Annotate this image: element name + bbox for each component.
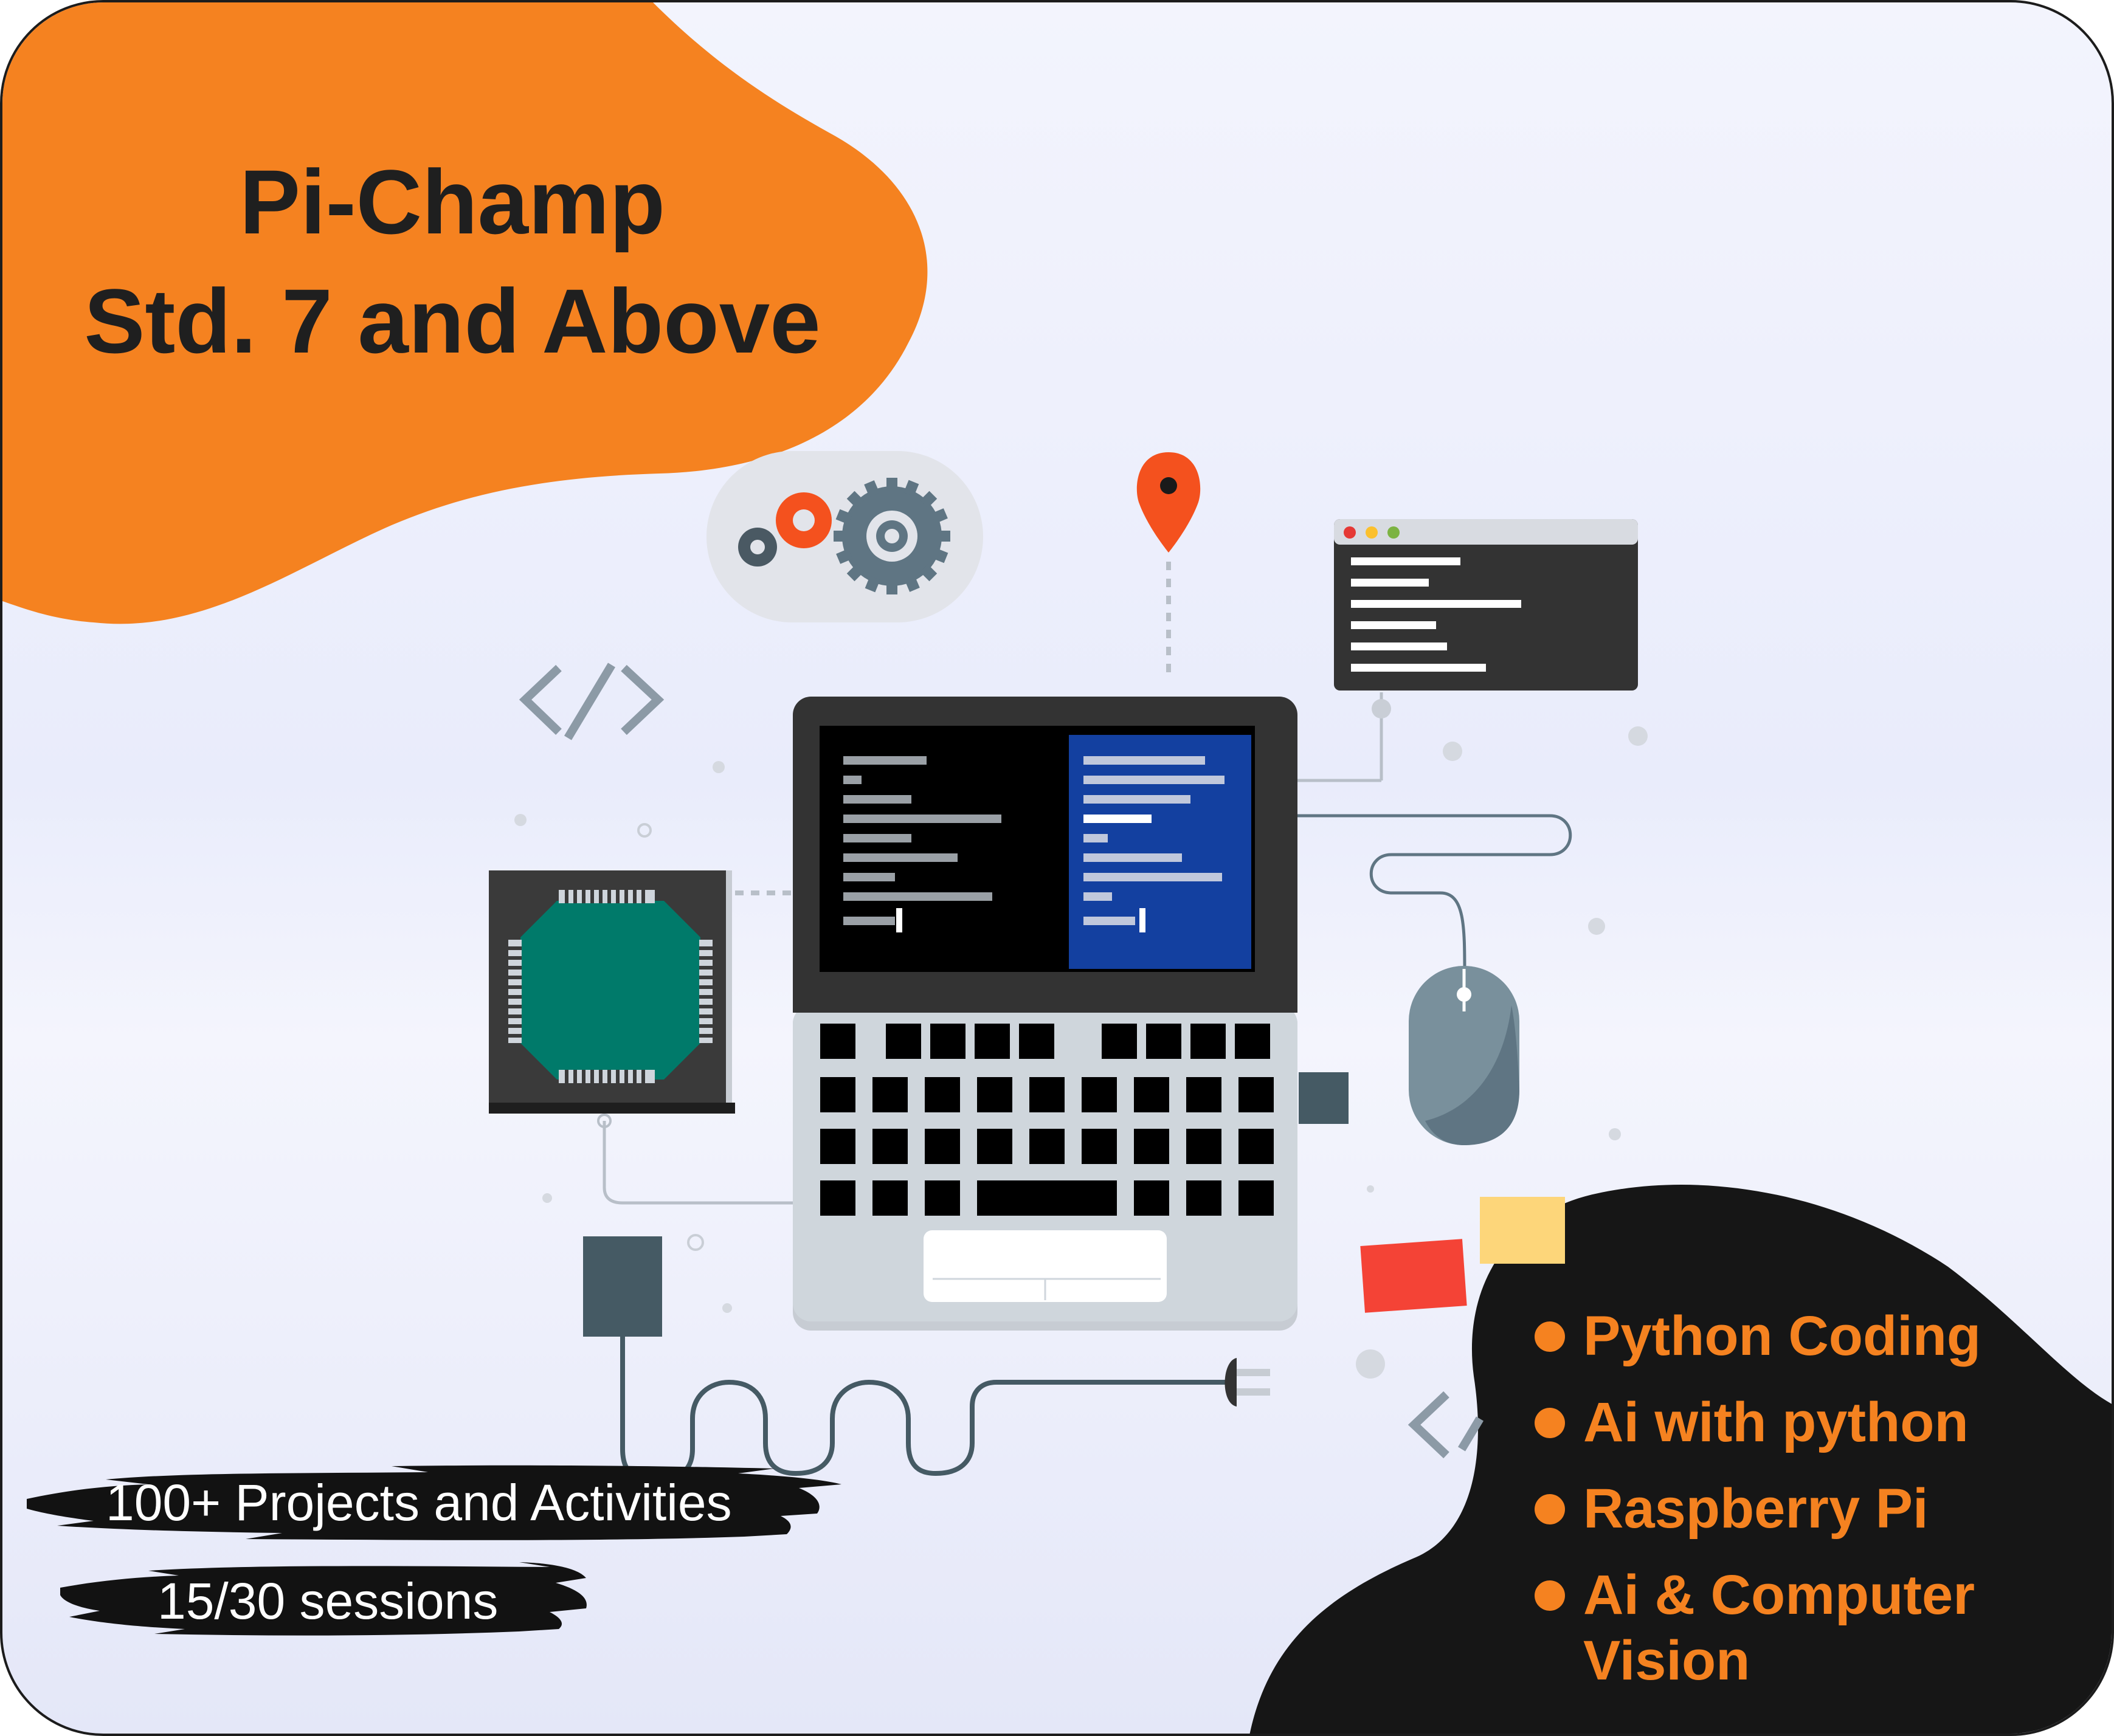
feature-list: Python Coding Ai with python Raspberry P… xyxy=(1535,1303,2082,1714)
feature-item: Raspberry Pi xyxy=(1535,1476,2082,1541)
code-icon-small xyxy=(1408,1391,1484,1459)
course-card: Pi-Champ Std. 7 and Above Python Coding … xyxy=(0,0,2114,1736)
title-line-2: Std. 7 and Above xyxy=(84,270,821,372)
gears-icon xyxy=(706,451,983,622)
bullet-icon xyxy=(1535,1408,1565,1438)
bullet-icon xyxy=(1535,1580,1565,1611)
code-icon xyxy=(519,663,665,740)
location-pin-icon xyxy=(1136,452,1201,680)
feature-label: Ai & Computer Vision xyxy=(1583,1564,1975,1692)
feature-item: Ai with python xyxy=(1535,1390,2082,1455)
page-title: Pi-Champ Std. 7 and Above xyxy=(27,142,878,381)
feature-item: Python Coding xyxy=(1535,1303,2082,1369)
title-line-1: Pi-Champ xyxy=(239,151,666,253)
bullet-icon xyxy=(1535,1494,1565,1524)
projects-badge: 100+ Projects and Activities xyxy=(106,1474,732,1531)
plug-icon xyxy=(1225,1358,1270,1407)
feature-label: Raspberry Pi xyxy=(1583,1478,1929,1540)
processor-chip-icon xyxy=(489,870,793,1205)
bullet-icon xyxy=(1535,1321,1565,1352)
mouse-icon xyxy=(1409,966,1519,1145)
sessions-badge: 15/30 sessions xyxy=(157,1572,499,1630)
feature-label: Ai with python xyxy=(1583,1391,1969,1453)
feature-item: Ai & Computer Vision xyxy=(1535,1562,2082,1693)
laptop-icon xyxy=(793,697,1349,1331)
terminal-window-icon xyxy=(1296,519,1638,782)
feature-label: Python Coding xyxy=(1583,1305,1981,1367)
